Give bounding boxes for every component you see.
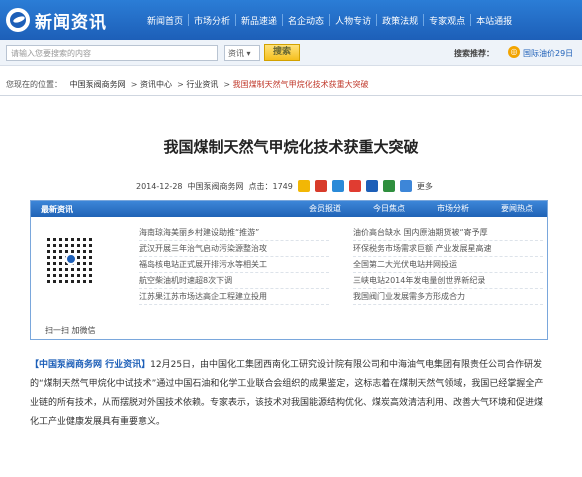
breadcrumb-item[interactable]: 中国泵阀商务网: [70, 80, 126, 89]
nav-item-market[interactable]: 市场分析: [189, 14, 235, 27]
breadcrumb-item[interactable]: 行业资讯: [186, 80, 218, 89]
tab-headlines[interactable]: 要闻热点: [485, 201, 549, 217]
news-box-tabs: 会员报道 今日焦点 市场分析 要闻热点: [293, 201, 549, 217]
list-item[interactable]: 航空柴油机时速超8次下调: [139, 273, 329, 289]
article-source: 中国泵阀商务网: [187, 181, 244, 191]
favorite-icon[interactable]: [297, 180, 310, 192]
renren-share-icon[interactable]: [348, 180, 361, 192]
site-logo[interactable]: 新闻资讯: [6, 6, 107, 34]
news-list-right: 油价高台缺水 国内原油期货被“寄予厚 环保税务市场需求巨额 产业发展星高速 全国…: [353, 225, 543, 305]
divider: [0, 95, 582, 96]
nav-item-policy[interactable]: 政策法规: [377, 14, 423, 27]
nav-item-home[interactable]: 新闻首页: [142, 14, 188, 27]
search-input[interactable]: 请输入您要搜索的内容: [6, 45, 218, 61]
tab-today-focus[interactable]: 今日焦点: [357, 201, 421, 217]
list-item[interactable]: 武汉开展三年治气启动污染源整治攻: [139, 241, 329, 257]
nav-item-companies[interactable]: 名企动态: [283, 14, 329, 27]
site-name: 新闻资讯: [35, 12, 107, 33]
breadcrumb: 您现在的位置： 中国泵阀商务网 > 资讯中心 > 行业资讯 > 我国煤制天然气甲…: [6, 80, 369, 89]
nav-item-notices[interactable]: 本站通报: [471, 14, 517, 27]
nav-item-experts[interactable]: 专家观点: [424, 14, 470, 27]
clicks-label: 点击：: [248, 181, 273, 191]
nav-item-interviews[interactable]: 人物专访: [330, 14, 376, 27]
article-date: 2014-12-28: [136, 181, 183, 191]
plus-share-icon[interactable]: [399, 180, 412, 192]
list-item[interactable]: 三峡电站2014年发电量创世界新纪录: [353, 273, 543, 289]
list-item[interactable]: 我国阀门业发展需多方形成合力: [353, 289, 543, 305]
list-item[interactable]: 全国第二大光伏电站并网投运: [353, 257, 543, 273]
news-box-header: 最新资讯 会员报道 今日焦点 市场分析 要闻热点: [31, 201, 547, 217]
list-item[interactable]: 福岛核电站正式展开排污水等相关工: [139, 257, 329, 273]
share-more-link[interactable]: 更多: [417, 181, 433, 192]
recommend-label: 搜索推荐：: [454, 49, 494, 58]
breadcrumb-item[interactable]: 资讯中心: [140, 80, 172, 89]
article-body: 【中国泵阀商务网 行业资讯】12月25日，由中国化工集团西南化工研究设计院有限公…: [30, 356, 550, 432]
weibo-share-icon[interactable]: [314, 180, 327, 192]
search-bar: 请输入您要搜索的内容 资讯 ▾ 搜索 搜索推荐： ◎ 国际油价29日: [0, 40, 582, 66]
main-nav: 新闻首页 市场分析 新品速递 名企动态 人物专访 政策法规 专家观点 本站通报: [142, 0, 517, 40]
news-list-left: 海南琼海美丽乡村建设助推“推游” 武汉开展三年治气启动污染源整治攻 福岛核电站正…: [139, 225, 329, 305]
logo-icon: [6, 8, 30, 32]
tab-member-reports[interactable]: 会员报道: [293, 201, 357, 217]
person-share-icon[interactable]: [365, 180, 378, 192]
latest-news-box: 最新资讯 会员报道 今日焦点 市场分析 要闻热点 扫一扫 加微信 海南琼海美丽乡…: [30, 200, 548, 340]
list-item[interactable]: 油价高台缺水 国内原油期货被“寄予厚: [353, 225, 543, 241]
article-meta: 2014-12-28 中国泵阀商务网 点击：1749 更多: [136, 180, 433, 192]
list-item[interactable]: 海南琼海美丽乡村建设助推“推游”: [139, 225, 329, 241]
article-title: 我国煤制天然气甲烷化技术获重大突破: [163, 138, 419, 156]
click-count: 1749: [272, 181, 293, 191]
recommend-link[interactable]: 国际油价29日: [523, 48, 573, 59]
article-body-source: 【中国泵阀商务网 行业资讯】: [30, 360, 151, 370]
recommend-icon: ◎: [508, 46, 520, 58]
top-nav-bar: 新闻资讯 新闻首页 市场分析 新品速递 名企动态 人物专访 政策法规 专家观点 …: [0, 0, 582, 40]
qr-logo-icon: [65, 253, 77, 265]
breadcrumb-prefix: 您现在的位置：: [6, 80, 62, 89]
list-item[interactable]: 江苏果江苏市场达高企工程建立投用: [139, 289, 329, 305]
breadcrumb-current: 我国煤制天然气甲烷化技术获重大突破: [232, 80, 369, 89]
qr-caption: 扫一扫 加微信: [45, 326, 96, 335]
nav-item-new-products[interactable]: 新品速递: [236, 14, 282, 27]
article-body-text: 12月25日，由中国化工集团西南化工研究设计院有限公司和中海油气电集团有限责任公…: [30, 360, 544, 427]
douban-share-icon[interactable]: [382, 180, 395, 192]
news-box-label: 最新资讯: [41, 205, 73, 214]
search-button[interactable]: 搜索: [264, 44, 300, 61]
list-item[interactable]: 环保税务市场需求巨额 产业发展星高速: [353, 241, 543, 257]
qzone-share-icon[interactable]: [331, 180, 344, 192]
search-type-select[interactable]: 资讯 ▾: [224, 45, 260, 61]
tab-market-analysis[interactable]: 市场分析: [421, 201, 485, 217]
